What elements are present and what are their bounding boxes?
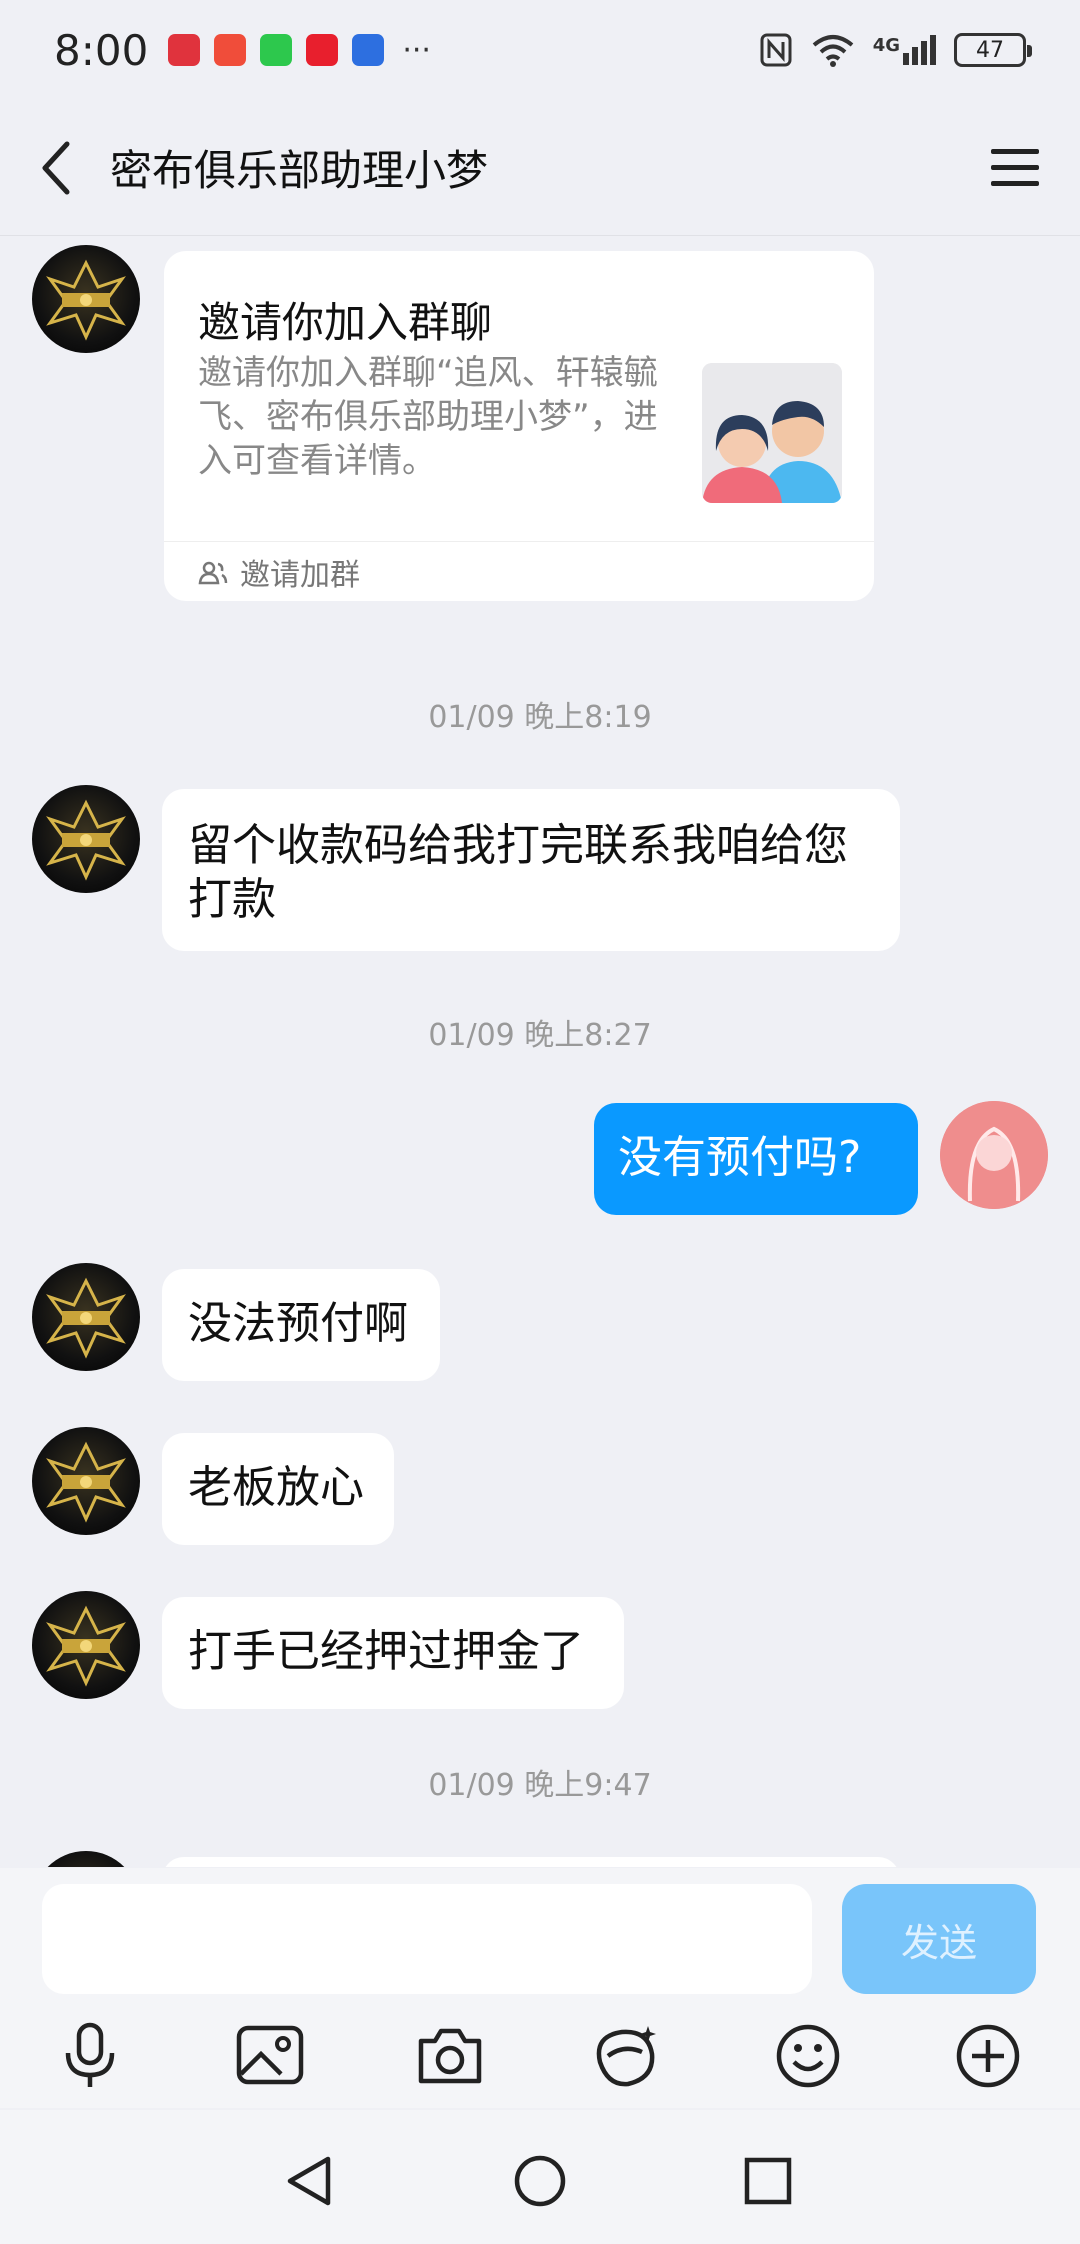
club-logo-icon bbox=[46, 259, 126, 341]
menu-button[interactable] bbox=[950, 100, 1080, 236]
composer: 发送 bbox=[0, 1868, 1080, 2008]
message-bubble[interactable]: 留个收款码给我打完联系我咱给您打款 bbox=[162, 789, 900, 951]
timestamp: 01/09 晚上8:19 bbox=[428, 700, 652, 735]
sticker-button[interactable] bbox=[586, 2016, 666, 2096]
chevron-left-icon bbox=[42, 141, 70, 194]
chat-message-list[interactable]: 邀请你加入群聊 邀请你加入群聊“追风、轩辕毓飞、密布俱乐部助理小梦”，进入可查看… bbox=[0, 237, 1080, 1867]
invite-card-description: 邀请你加入群聊“追风、轩辕毓飞、密布俱乐部助理小梦”，进入可查看详情。 bbox=[198, 353, 658, 481]
triangle-back-icon bbox=[287, 2156, 331, 2206]
battery-level: 47 bbox=[976, 37, 1004, 63]
network-type: 4G bbox=[872, 35, 900, 56]
contact-avatar[interactable] bbox=[32, 1591, 140, 1699]
message-bubble[interactable]: 老板放心 bbox=[162, 1433, 394, 1545]
self-avatar[interactable] bbox=[940, 1101, 1048, 1209]
emoji-icon bbox=[776, 2024, 840, 2088]
wechat-icon bbox=[260, 34, 293, 66]
wifi-icon bbox=[812, 35, 853, 67]
huawei-icon bbox=[168, 34, 201, 66]
contact-avatar[interactable] bbox=[32, 1263, 140, 1371]
battery-icon: 47 bbox=[954, 33, 1032, 67]
fish-live-icon bbox=[352, 34, 385, 66]
composer-toolbar bbox=[0, 2008, 1080, 2108]
signal-icon: 4G bbox=[873, 35, 936, 65]
contact-avatar[interactable] bbox=[32, 785, 140, 893]
sticker-icon bbox=[596, 2026, 656, 2087]
club-logo-icon bbox=[46, 1441, 126, 1523]
more-notifications-icon: ··· bbox=[402, 32, 431, 68]
invite-card-footer: 邀请加群 bbox=[164, 541, 874, 601]
message-bubble[interactable]: 没法预付啊 bbox=[162, 1269, 440, 1381]
status-indicators: 4G 47 bbox=[759, 32, 1032, 68]
hamburger-menu-icon bbox=[991, 148, 1039, 186]
group-icon bbox=[198, 561, 228, 584]
message-bubble[interactable]: 打手已经押过押金了 bbox=[162, 1597, 624, 1709]
microphone-icon bbox=[65, 2022, 115, 2087]
invite-card-title: 邀请你加入群聊 bbox=[198, 298, 493, 347]
back-button[interactable] bbox=[0, 100, 110, 236]
contact-avatar[interactable] bbox=[32, 1851, 140, 1867]
square-recents-icon bbox=[744, 2157, 792, 2205]
nav-recents-button[interactable] bbox=[733, 2146, 803, 2216]
more-actions-button[interactable] bbox=[948, 2016, 1028, 2096]
self-avatar-image bbox=[940, 1101, 1048, 1209]
nav-home-button[interactable] bbox=[505, 2146, 575, 2216]
club-logo-icon bbox=[46, 1277, 126, 1359]
red-app-icon bbox=[214, 34, 247, 66]
plus-icon bbox=[956, 2024, 1020, 2088]
timestamp: 01/09 晚上8:27 bbox=[428, 1018, 652, 1053]
club-logo-icon bbox=[46, 799, 126, 881]
nfc-icon bbox=[760, 33, 792, 67]
group-avatar-image bbox=[702, 363, 842, 503]
circle-home-icon bbox=[514, 2155, 566, 2207]
camera-icon bbox=[418, 2028, 482, 2084]
send-button[interactable]: 发送 bbox=[842, 1884, 1036, 1994]
image-icon bbox=[236, 2025, 304, 2085]
status-bar: 8:00 ··· 4G 47 bbox=[0, 0, 1080, 100]
message-bubble[interactable] bbox=[162, 1857, 900, 1867]
timestamp: 01/09 晚上9:47 bbox=[428, 1768, 652, 1803]
contact-avatar[interactable] bbox=[32, 1427, 140, 1535]
chat-title: 密布俱乐部助理小梦 bbox=[110, 146, 489, 195]
sent-message-bubble[interactable]: 没有预付吗? bbox=[594, 1103, 918, 1215]
club-logo-icon bbox=[46, 1605, 126, 1687]
system-nav-bar bbox=[0, 2110, 1080, 2244]
nav-back-button[interactable] bbox=[275, 2146, 345, 2216]
video-app-icon bbox=[306, 34, 339, 66]
camera-button[interactable] bbox=[410, 2016, 490, 2096]
gallery-button[interactable] bbox=[230, 2016, 310, 2096]
notification-icons: ··· bbox=[168, 33, 431, 68]
group-invite-card[interactable]: 邀请你加入群聊 邀请你加入群聊“追风、轩辕毓飞、密布俱乐部助理小梦”，进入可查看… bbox=[164, 251, 874, 601]
chat-header: 密布俱乐部助理小梦 bbox=[0, 100, 1080, 236]
contact-avatar[interactable] bbox=[32, 245, 140, 353]
invite-card-footer-label: 邀请加群 bbox=[240, 557, 360, 593]
message-input[interactable] bbox=[42, 1884, 812, 1994]
status-time: 8:00 bbox=[54, 25, 149, 75]
voice-button[interactable] bbox=[50, 2016, 130, 2096]
emoji-button[interactable] bbox=[768, 2016, 848, 2096]
